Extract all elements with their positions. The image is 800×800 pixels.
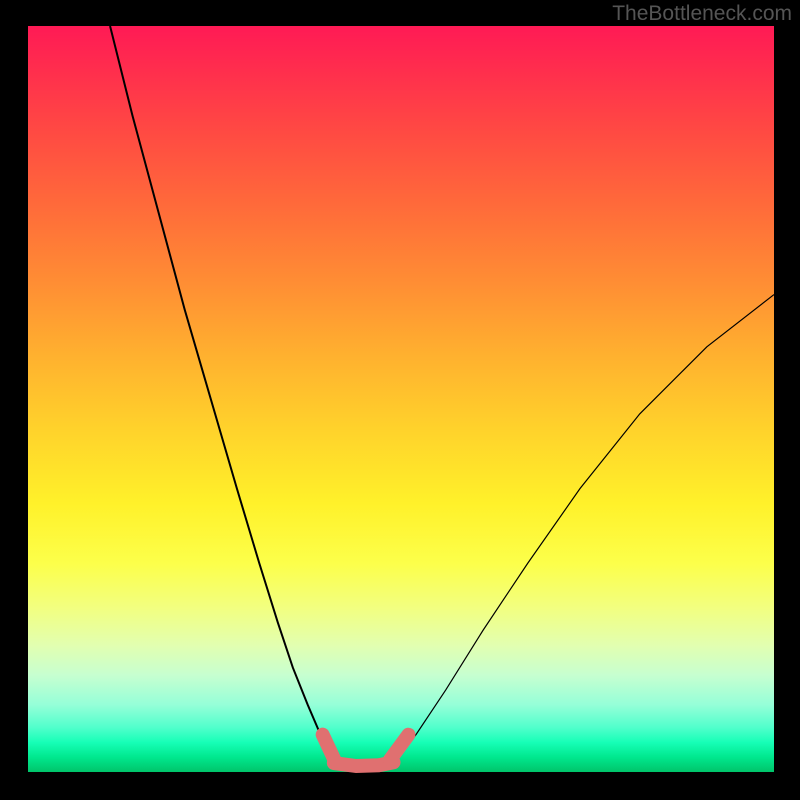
series-highlight-nub-right [390, 735, 409, 760]
curve-overlay [28, 26, 774, 772]
series-right-branch-curve [394, 295, 774, 761]
watermark-text: TheBottleneck.com [612, 2, 792, 26]
plot-area [28, 26, 774, 772]
series-left-branch-curve [110, 26, 334, 761]
series-highlight-nub-left [323, 735, 334, 759]
chart-frame: TheBottleneck.com [0, 0, 800, 800]
